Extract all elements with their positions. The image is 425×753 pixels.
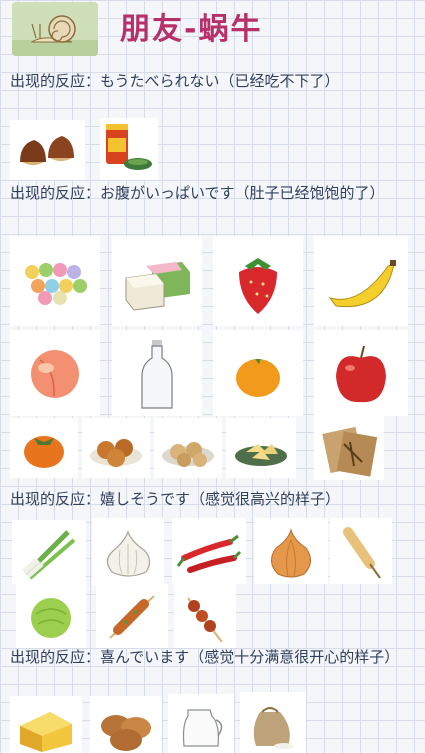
page-title: 朋友-蜗牛 — [120, 12, 263, 47]
food-item-grilled-skewer — [96, 584, 168, 648]
food-item-crackers — [82, 418, 150, 478]
food-item-mochi — [112, 236, 202, 326]
green-onion-icon — [22, 530, 76, 580]
apple-icon — [336, 345, 386, 403]
cookies-icon — [162, 442, 214, 467]
milk-jug-icon — [182, 709, 223, 747]
yakitori-icon — [187, 597, 223, 643]
bread-rolls-icon — [101, 715, 151, 751]
food-item-bread-rolls — [90, 696, 162, 753]
food-item-banana — [314, 236, 408, 326]
grilled-skewer-icon — [109, 595, 155, 639]
corn-dog-icon — [343, 527, 381, 579]
chili-pepper-icon — [176, 534, 242, 573]
food-item-rice-crackers — [226, 418, 296, 478]
persimmon-icon — [24, 436, 64, 468]
mochi-icon — [125, 262, 190, 311]
section-caption-2: 出现的反应：お腹がいっぱいです（肚子已经饱饱的了） — [10, 184, 385, 202]
food-item-milk-jug — [168, 694, 234, 753]
food-item-green-onion — [12, 520, 86, 584]
food-item-apple — [314, 330, 408, 416]
strawberry-icon — [239, 258, 277, 314]
food-item-chili-pepper — [172, 518, 246, 584]
food-item-mandarin — [213, 330, 303, 416]
herbs-icon — [322, 426, 378, 477]
section-caption-3: 出现的反应：嬉しそうです（感觉很高兴的样子） — [10, 490, 341, 508]
food-item-dango — [10, 236, 100, 326]
food-item-corn-dog — [330, 518, 392, 584]
section-caption-4: 出现的反应：喜んでいます（感觉十分满意很开心的样子） — [10, 648, 400, 666]
rice-crackers-icon — [235, 444, 287, 466]
banana-icon — [328, 260, 396, 308]
food-item-strawberry — [213, 236, 303, 326]
snail-icon — [12, 2, 98, 56]
food-item-persimmon — [10, 418, 78, 478]
food-item-tea-tin — [100, 118, 158, 180]
food-item-glass-bottle — [112, 330, 202, 416]
peach-icon — [31, 350, 79, 398]
crackers-icon — [90, 439, 142, 467]
mandarin-icon — [236, 359, 280, 397]
food-item-onion — [254, 518, 328, 584]
glass-bottle-icon — [141, 340, 173, 409]
food-item-chestnuts — [10, 120, 85, 180]
food-item-cabbage — [16, 584, 86, 648]
section-caption-1: 出现的反应：もうたべられない（已经吃不下了） — [10, 72, 340, 90]
dango-icon — [25, 263, 87, 305]
food-item-flour-sack — [240, 692, 306, 753]
garlic-icon — [106, 530, 151, 577]
snail-thumbnail — [12, 2, 98, 56]
food-item-yakitori — [174, 584, 236, 648]
tea-tin-icon — [106, 124, 152, 170]
cheese-icon — [20, 712, 72, 752]
food-item-cheese — [10, 696, 82, 753]
food-item-herbs — [314, 416, 384, 480]
onion-icon — [271, 528, 311, 578]
food-item-garlic — [92, 518, 164, 586]
food-item-peach — [10, 330, 100, 416]
food-item-cookies — [154, 418, 222, 478]
cabbage-icon — [31, 598, 71, 638]
flour-sack-icon — [253, 707, 294, 749]
chestnuts-icon — [20, 136, 74, 165]
